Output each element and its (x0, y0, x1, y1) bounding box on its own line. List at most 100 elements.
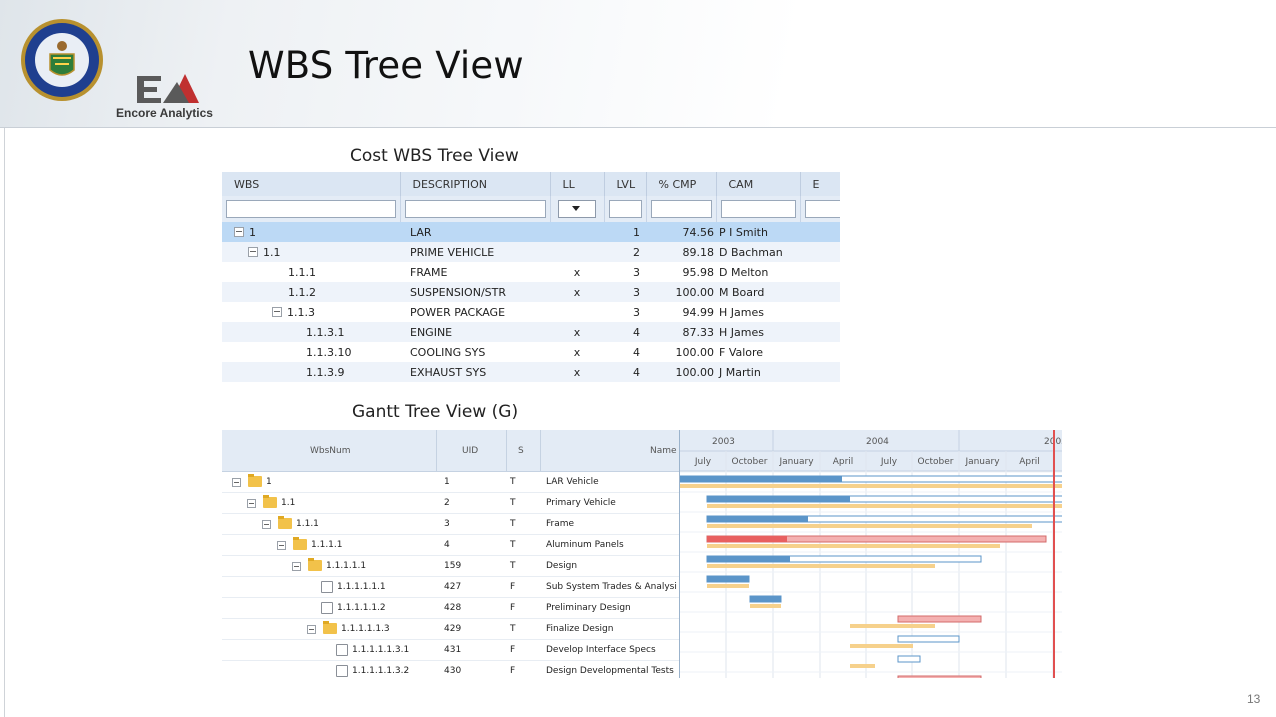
filter-pct-input[interactable] (650, 200, 712, 218)
doe-seal-icon (21, 19, 103, 101)
filter-ll-dropdown[interactable] (558, 199, 596, 218)
cell-cam: M Board (719, 285, 765, 299)
collapse-icon[interactable] (248, 246, 258, 257)
chevron-down-icon (572, 205, 580, 211)
gantt-rows: 1 1 T LAR Vehicle 1.1 2 T Primary Vehicle 1.1.1 3… (222, 472, 679, 678)
collapse-icon[interactable] (292, 562, 301, 571)
page-number: 13 (1247, 692, 1261, 706)
wbs-label: 1.1.1.1.1 (326, 561, 367, 571)
gantt-row[interactable]: 1.1.1.1.1.3 429 T Finalize Design (222, 619, 679, 640)
gantt-row[interactable]: 1.1.1.1.1 159 T Design (222, 556, 679, 577)
filter-description-input[interactable] (404, 200, 546, 218)
cell-wbs: 1.1.3.9 (222, 362, 400, 382)
folder-icon (323, 621, 337, 634)
month-label: July (694, 457, 712, 467)
table-row[interactable]: 1.1.3 POWER PACKAGE 3 94.99 H James (222, 302, 840, 322)
cell-description: POWER PACKAGE (410, 305, 506, 319)
gantt-row[interactable]: 1.1.1.1.1.2 428 F Preliminary Design (222, 598, 679, 619)
gantt-row[interactable]: 1.1.1.1 4 T Aluminum Panels (222, 535, 679, 556)
table-row[interactable]: 1.1.3.10 COOLING SYS x 4 100.00 F Valore (222, 342, 840, 362)
wbs-label: 1.1.1.1.1.3 (341, 624, 390, 634)
table-row[interactable]: 1.1 PRIME VEHICLE 2 89.18 D Bachman (222, 242, 840, 262)
gantt-row[interactable]: 1.1.1.1.1.3.2 430 F Design Developmental Te… (222, 661, 679, 678)
col-header-pct-cmp[interactable]: % CMP (646, 172, 717, 196)
table-row[interactable]: 1 LAR 1 74.56 P I Smith (222, 222, 840, 242)
task-progress-bar (707, 516, 808, 522)
col-header-wbs[interactable]: WBS (222, 172, 401, 196)
gantt-row[interactable]: 1 1 T LAR Vehicle (222, 472, 679, 493)
collapse-icon[interactable] (234, 226, 244, 237)
document-icon (321, 602, 333, 614)
table-row[interactable]: 1.1.1 FRAME x 3 95.98 D Melton (222, 262, 840, 282)
s-label: F (510, 666, 516, 676)
cost-header-row: WBS DESCRIPTION LL LVL % CMP CAM E (222, 172, 840, 196)
cell-wbs: 1.1.3.1 (222, 322, 400, 342)
filter-cam-input[interactable] (720, 200, 796, 218)
wbs-label: 1.1.1.1.1.3.1 (352, 645, 410, 655)
col-header-ll[interactable]: LL (550, 172, 605, 196)
filter-wbs-input[interactable] (226, 200, 396, 218)
cell-ll: x (573, 365, 581, 379)
task-progress-bar (680, 476, 842, 482)
cell-e (800, 222, 840, 242)
wbs-label: 1.1.1.1.1.1 (337, 582, 386, 592)
table-row[interactable]: 1.1.2 SUSPENSION/STR x 3 100.00 M Board (222, 282, 840, 302)
cell-cam: H James (719, 325, 764, 339)
collapse-icon[interactable] (232, 478, 241, 487)
cell-cam: D Melton (719, 265, 769, 279)
gantt-row[interactable]: 1.1.1 3 T Frame (222, 514, 679, 535)
s-label: T (510, 477, 516, 487)
col-header-cam[interactable]: CAM (716, 172, 801, 196)
task-name: Design Developmental Tests (546, 666, 674, 676)
cell-description: SUSPENSION/STR (410, 285, 506, 299)
cell-wbs: 1 (222, 222, 400, 242)
cell-wbs: 1.1.1 (222, 262, 400, 282)
baseline-bar (707, 584, 749, 588)
cell-e (800, 322, 840, 342)
collapse-icon[interactable] (277, 541, 286, 550)
folder-icon (308, 558, 322, 571)
gantt-row[interactable]: 1.1 2 T Primary Vehicle (222, 493, 679, 514)
cell-e (800, 242, 840, 262)
cell-pct-cmp: 100.00 (675, 365, 715, 379)
col-header-s[interactable]: S (518, 446, 524, 456)
col-header-description[interactable]: DESCRIPTION (400, 172, 551, 196)
cell-lvl: 4 (633, 325, 640, 339)
cell-ll: x (573, 345, 581, 359)
col-header-wbsnum[interactable]: WbsNum (310, 446, 351, 456)
cell-ll: x (573, 285, 581, 299)
uid-label: 430 (444, 666, 462, 676)
uid-label: 431 (444, 645, 462, 655)
col-header-lvl[interactable]: LVL (604, 172, 647, 196)
today-line (1053, 430, 1055, 678)
collapse-icon[interactable] (272, 306, 282, 317)
col-header-uid[interactable]: UID (462, 446, 478, 456)
cell-pct-cmp: 95.98 (682, 265, 715, 279)
filter-lvl-input[interactable] (608, 200, 642, 218)
baseline-bar (680, 484, 1062, 488)
gantt-row[interactable]: 1.1.1.1.1.1 427 F Sub System Trades & Analy… (222, 577, 679, 598)
table-row[interactable]: 1.1.3.1 ENGINE x 4 87.33 H James (222, 322, 840, 342)
collapse-icon[interactable] (247, 499, 256, 508)
collapse-icon[interactable] (262, 520, 271, 529)
cell-cam: H James (719, 305, 764, 319)
gantt-section-title: Gantt Tree View (G) (352, 402, 519, 422)
cell-cam: D Bachman (719, 245, 783, 259)
s-label: T (510, 540, 516, 550)
wbs-label: 1 (249, 225, 256, 239)
gantt-row[interactable]: 1.1.1.1.1.3.1 431 F Develop Interface Specs (222, 640, 679, 661)
cell-e (800, 262, 840, 282)
encore-analytics-logo-icon (137, 74, 199, 103)
col-header-e[interactable]: E (800, 172, 840, 196)
wbs-label: 1.1 (281, 498, 296, 508)
collapse-icon[interactable] (307, 625, 316, 634)
table-row[interactable]: 1.1.3.9 EXHAUST SYS x 4 100.00 J Martin (222, 362, 840, 382)
task-bar (897, 655, 921, 663)
col-header-name[interactable]: Name (650, 446, 677, 456)
task-progress-bar (750, 596, 781, 602)
task-progress-bar (707, 576, 749, 582)
folder-icon (278, 516, 292, 529)
filter-e-input[interactable] (804, 200, 840, 218)
month-label: July (880, 457, 898, 467)
baseline-bar (850, 664, 875, 668)
